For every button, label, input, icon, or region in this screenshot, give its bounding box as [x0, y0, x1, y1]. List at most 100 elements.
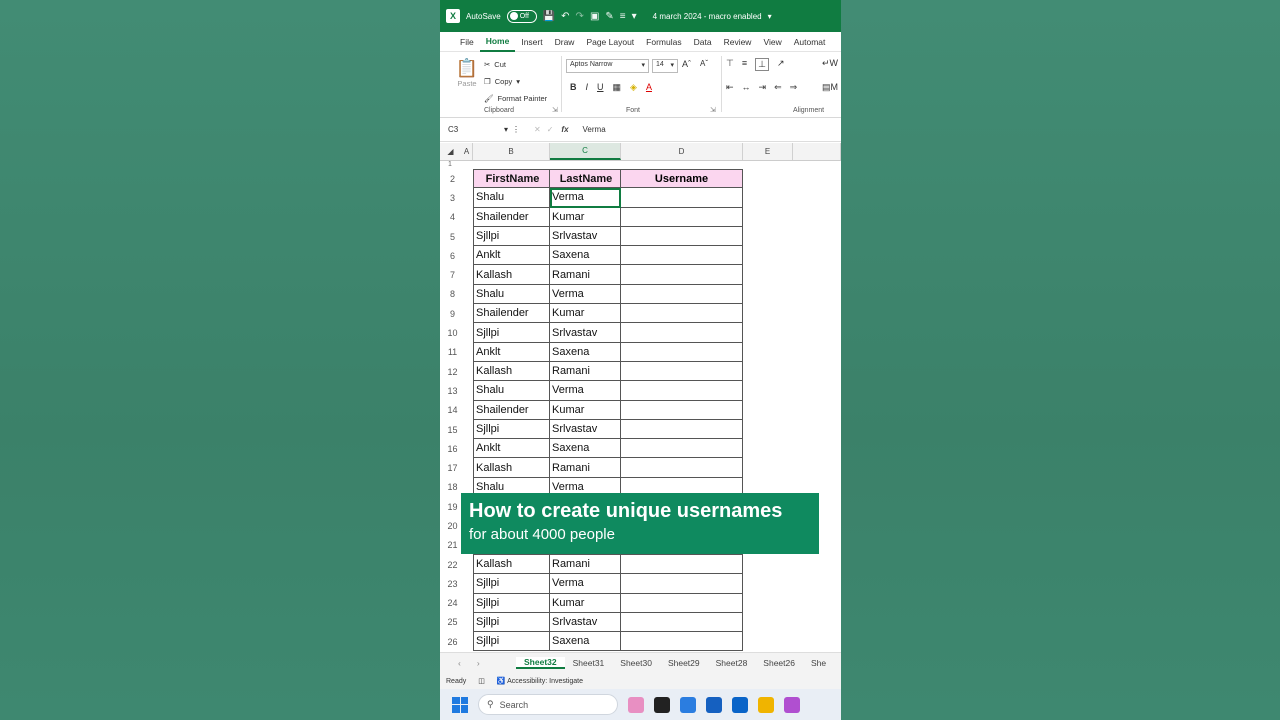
cell-lastname[interactable]: Verma [550, 188, 621, 208]
cell-a[interactable] [465, 323, 473, 342]
cell-lastname[interactable]: Kumar [550, 304, 621, 324]
cell-firstname[interactable]: Shailender [473, 400, 550, 420]
menu-icon[interactable]: ≡ [620, 11, 626, 22]
name-box[interactable]: C3 ▾ [448, 125, 512, 134]
cell-a[interactable] [465, 381, 473, 400]
row-number[interactable]: 14 [440, 401, 465, 420]
tab-insert[interactable]: Insert [515, 32, 548, 52]
autosave-toggle[interactable]: Off [506, 9, 537, 23]
windows-start-icon[interactable] [452, 696, 468, 713]
align-center-icon[interactable]: ↔ [742, 82, 751, 93]
row-number[interactable]: 16 [440, 439, 465, 458]
cell-firstname[interactable]: Sjllpi [473, 632, 550, 652]
cell-lastname[interactable]: Kumar [550, 593, 621, 613]
cell-username[interactable] [621, 207, 743, 227]
row-number[interactable]: 15 [440, 420, 465, 439]
paste-button[interactable]: 📋 Paste [454, 58, 480, 88]
select-all-corner[interactable]: ◢ [440, 143, 461, 160]
cell-username[interactable] [621, 400, 743, 420]
cell-a[interactable] [465, 343, 473, 362]
cell-lastname[interactable]: Ramani [550, 458, 621, 478]
tab-automate[interactable]: Automat [788, 32, 832, 52]
customize-toolbar-icon[interactable]: ▾ [632, 11, 637, 22]
cell-username[interactable] [621, 226, 743, 247]
cell-lastname[interactable]: Verma [550, 381, 621, 401]
column-header-e[interactable]: E [743, 143, 793, 160]
redo-icon[interactable]: ↷ [576, 11, 584, 22]
cell-firstname[interactable]: Anklt [473, 246, 550, 266]
borders-icon[interactable]: ▦ [613, 82, 622, 93]
cell-a[interactable] [465, 227, 473, 246]
cell-lastname[interactable]: Saxena [550, 632, 621, 652]
cell-a[interactable] [465, 632, 473, 651]
cell-lastname[interactable]: Srlvastav [550, 419, 621, 440]
sheet-tab[interactable]: Sheet28 [708, 658, 756, 668]
cell-lastname[interactable]: Saxena [550, 439, 621, 459]
dialog-launcher-icon[interactable]: ⇲ [552, 106, 558, 114]
outlook-icon[interactable] [732, 696, 748, 713]
cell-firstname[interactable]: Sjllpi [473, 574, 550, 594]
decrease-font-icon[interactable]: Aˇ [700, 59, 708, 68]
font-name-select[interactable]: Aptos Narrow ▾ [566, 59, 649, 73]
increase-indent-icon[interactable]: ⇒ [790, 82, 798, 93]
cell-username[interactable] [621, 265, 743, 285]
cell-username[interactable] [621, 342, 743, 362]
row-number[interactable]: 23 [440, 574, 465, 593]
file-icon[interactable] [680, 696, 696, 713]
cell-a[interactable] [465, 246, 473, 265]
column-header-a[interactable]: A [461, 143, 473, 160]
tab-draw[interactable]: Draw [549, 32, 581, 52]
header-username[interactable]: Username [621, 169, 743, 189]
cell-firstname[interactable]: Kallash [473, 458, 550, 478]
cell-username[interactable] [621, 188, 743, 208]
row-number[interactable]: 25 [440, 613, 465, 632]
cell-lastname[interactable]: Ramani [550, 361, 621, 382]
sheet-tab[interactable]: Sheet32 [516, 657, 565, 669]
document-title[interactable]: 4 march 2024 - macro enabled [653, 12, 762, 21]
tab-view[interactable]: View [757, 32, 787, 52]
cell-username[interactable] [621, 323, 743, 343]
cell-firstname[interactable]: Sjllpi [473, 226, 550, 247]
sheet-tab[interactable]: Sheet31 [565, 658, 613, 668]
fill-color-icon[interactable]: ◈ [630, 82, 637, 93]
tab-formulas[interactable]: Formulas [640, 32, 687, 52]
row-number[interactable]: 22 [440, 555, 465, 574]
row-number[interactable]: 3 [440, 188, 465, 207]
sheet-tab[interactable]: She [803, 658, 834, 668]
save-icon[interactable]: 💾 [543, 11, 555, 22]
cell-a[interactable] [465, 401, 473, 420]
cell-firstname[interactable]: Kallash [473, 554, 550, 575]
wrap-text-icon[interactable]: ↵W [822, 58, 838, 69]
cut-button[interactable]: ✂ Cut [484, 56, 547, 73]
align-right-icon[interactable]: ⇥ [759, 82, 767, 93]
cell-username[interactable] [621, 361, 743, 382]
column-header-d[interactable]: D [621, 143, 743, 160]
tab-data[interactable]: Data [688, 32, 718, 52]
cell-firstname[interactable]: Shailender [473, 304, 550, 324]
cell-username[interactable] [621, 439, 743, 459]
cell-lastname[interactable]: Verma [550, 284, 621, 305]
tab-page-layout[interactable]: Page Layout [580, 32, 640, 52]
decrease-indent-icon[interactable]: ⇐ [774, 82, 782, 93]
macro-record-icon[interactable]: ◫ [478, 677, 485, 685]
cancel-icon[interactable]: ✕ [534, 125, 541, 134]
cell-lastname[interactable]: Verma [550, 574, 621, 594]
tab-file[interactable]: File [454, 32, 480, 52]
camera-icon[interactable]: ▣ [590, 11, 599, 22]
cell-lastname[interactable]: Saxena [550, 246, 621, 266]
cell-firstname[interactable]: Sjllpi [473, 419, 550, 440]
tab-review[interactable]: Review [718, 32, 758, 52]
align-left-icon[interactable]: ⇤ [726, 82, 734, 93]
cell-firstname[interactable]: Sjllpi [473, 612, 550, 633]
cell-firstname[interactable]: Shalu [473, 284, 550, 305]
cell-username[interactable] [621, 554, 743, 575]
cell-a[interactable] [465, 285, 473, 304]
chevron-left-icon[interactable]: ‹ [458, 658, 461, 668]
copy-button[interactable]: ❐ Copy ▾ [484, 73, 547, 90]
cell-username[interactable] [621, 304, 743, 324]
increase-font-icon[interactable]: Aˆ [682, 59, 691, 69]
taskbar-search[interactable]: ⚲ Search [478, 694, 618, 715]
sheet-tab[interactable]: Sheet29 [660, 658, 708, 668]
cell-a[interactable] [465, 188, 473, 207]
insert-function-icon[interactable]: fx [561, 125, 568, 134]
